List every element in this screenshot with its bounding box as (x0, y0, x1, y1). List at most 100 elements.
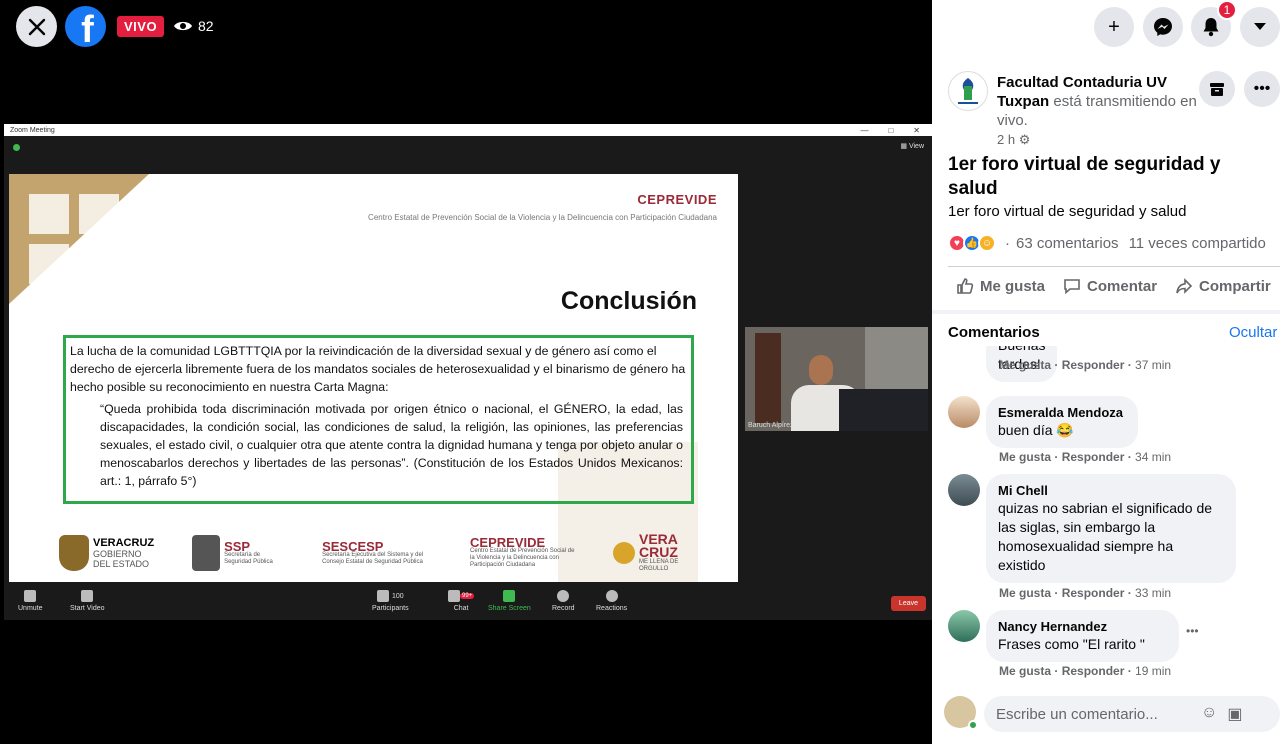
participants-button[interactable]: 100 Participants (372, 590, 409, 612)
thumbs-up-icon (957, 278, 974, 294)
account-menu-button[interactable] (1240, 7, 1280, 47)
messenger-icon (1154, 18, 1172, 36)
slide-org-fullname: Centro Estatal de Prevención Social de l… (368, 213, 717, 222)
like-button[interactable]: Me gusta (956, 277, 1045, 295)
comment-time: 33 min (1135, 586, 1172, 600)
avatar[interactable] (948, 474, 980, 506)
logo-veracruz-orgullo: VERA CRUZ ME LLENA DE ORGULLO (613, 531, 709, 573)
post-actions: Me gusta Comentar Compartir (956, 277, 1271, 295)
coat-of-arms-icon (59, 535, 89, 571)
comment-author[interactable]: Esmeralda Mendoza (998, 404, 1126, 421)
record-button[interactable]: Record (552, 590, 575, 612)
comment-like-link[interactable]: Me gusta (999, 358, 1051, 372)
start-video-button[interactable]: Start Video (70, 590, 105, 612)
composer-icons: ☺ ▣ (1201, 704, 1242, 724)
screen: f VIVO 82 Zoom Meeting — □ ✕ ▦ View CEPR… (0, 0, 1280, 744)
comment-like-link[interactable]: Me gusta (999, 450, 1051, 464)
zoom-titlebar: Zoom Meeting — □ ✕ (4, 124, 932, 136)
reaction-count-separator: · (1005, 234, 1010, 252)
shares-count[interactable]: 11 veces compartido (1129, 235, 1266, 252)
comment-options-dots-icon[interactable]: ••• (1186, 624, 1199, 638)
participant-name: Baruch Alpírez (748, 422, 794, 429)
viewer-count: 82 (173, 18, 214, 34)
share-button[interactable]: Compartir (1175, 277, 1271, 295)
comments-heading: Comentarios (948, 324, 1040, 341)
minimize-icon[interactable]: — (860, 126, 868, 135)
comment-bubble: Mi Chell quizas no sabrian el significado… (986, 474, 1236, 583)
chat-button[interactable]: 99+ Chat (448, 590, 475, 612)
post-author-line: Facultad Contaduria UV Tuxpan está trans… (997, 73, 1212, 130)
sticker-icon[interactable]: ▣ (1227, 704, 1242, 724)
chat-icon (448, 590, 460, 602)
comment-reply-link[interactable]: Responder (1062, 586, 1125, 600)
comment-reply-link[interactable]: Responder (1062, 664, 1125, 678)
comment-bubble: Nancy Hernandez Frases como "El rarito " (986, 610, 1179, 662)
unmute-button[interactable]: Unmute (18, 590, 43, 612)
share-screen-button[interactable]: Share Screen (488, 590, 531, 612)
logo-sub: Centro Estatal de Prevención Social de l… (470, 548, 575, 568)
chat-badge: 99+ (460, 593, 475, 599)
slide-intro-text: La lucha de la comunidad LGBTTTQIA por l… (70, 344, 686, 394)
eye-icon (174, 21, 192, 31)
person-head (809, 355, 833, 385)
comment-reply-link[interactable]: Responder (1062, 450, 1125, 464)
logo-sub: Secretaría Ejecutiva del Sistema y del C… (322, 551, 424, 565)
comment-author[interactable]: Nancy Hernandez (998, 618, 1167, 635)
comment-bubble: Esmeralda Mendoza buen día 😂 (986, 396, 1138, 448)
comment-like-link[interactable]: Me gusta (999, 586, 1051, 600)
comment-list: Buenas tardes! Me gusta · Responder · 37… (932, 346, 1280, 690)
decorative-pattern (9, 174, 149, 304)
caret-down-icon (1254, 23, 1266, 30)
comment-like-link[interactable]: Me gusta (999, 664, 1051, 678)
create-button[interactable]: + (1094, 7, 1134, 47)
avatar[interactable] (948, 396, 980, 428)
facebook-sidebar: + Facultad Contaduria UV Tuxpan está tra… (932, 0, 1280, 744)
window-close-icon[interactable]: ✕ (913, 126, 920, 135)
video-off-icon (81, 590, 94, 602)
comment-text: quizas no sabrian el significado de las … (998, 500, 1213, 573)
comment-reply-link[interactable]: Responder (1062, 358, 1125, 372)
save-post-button[interactable] (1199, 71, 1235, 107)
logo-veracruz-gobierno: VERACRUZ GOBIERNO DEL ESTADO (59, 535, 154, 571)
avatar[interactable] (948, 610, 980, 642)
close-button[interactable] (16, 6, 57, 47)
logo-main: CEPREVIDE (470, 535, 546, 550)
logo-main: VERA CRUZ (639, 531, 678, 560)
gear-icon: ⚙ (1018, 132, 1031, 147)
close-icon (28, 18, 45, 35)
facebook-logo-icon[interactable]: f (65, 6, 106, 47)
bell-icon (1203, 18, 1219, 37)
comment-author[interactable]: Mi Chell (998, 482, 1224, 499)
view-button[interactable]: ▦ View (900, 142, 924, 150)
share-screen-label: Share Screen (488, 605, 531, 612)
section-separator (932, 310, 1280, 314)
reaction-summary[interactable]: ♥ 👍 ☺ · 63 comentarios 11 veces comparti… (948, 234, 1266, 252)
record-label: Record (552, 605, 575, 612)
comment-button[interactable]: Comentar (1063, 277, 1157, 295)
comments-count[interactable]: 63 comentarios (1016, 235, 1119, 252)
post-description: 1er foro virtual de seguridad y salud (948, 203, 1187, 220)
comment-input-placeholder: Escribe un comentario... (996, 706, 1158, 723)
zoom-toolbar: Unmute Start Video 100 Participants 99+ Ch… (4, 586, 932, 620)
leave-button[interactable]: Leave (890, 596, 926, 611)
flower-icon (613, 542, 635, 564)
hide-comments-link[interactable]: Ocultar (1229, 324, 1277, 341)
online-status-dot (968, 720, 978, 730)
reactions-button[interactable]: Reactions (596, 590, 627, 612)
post-time[interactable]: 2 h ⚙ (997, 132, 1030, 148)
share-label: Compartir (1199, 277, 1271, 295)
page-avatar[interactable] (948, 71, 988, 111)
logo-main: SSP (224, 538, 251, 554)
participant-camera[interactable]: Baruch Alpírez (745, 327, 928, 431)
slide-quote-text: “Queda prohibida toda discriminación mot… (100, 402, 683, 488)
plus-icon: + (1108, 15, 1120, 38)
share-arrow-icon (1176, 278, 1193, 294)
shield-icon[interactable] (13, 144, 20, 151)
emoji-icon[interactable]: ☺ (1201, 704, 1217, 724)
comment-time: 34 min (1135, 450, 1172, 464)
maximize-icon[interactable]: □ (888, 126, 893, 135)
messenger-button[interactable] (1143, 7, 1183, 47)
viewer-count-value: 82 (198, 18, 214, 34)
post-options-button[interactable]: ••• (1244, 71, 1280, 107)
view-label: View (908, 143, 924, 150)
